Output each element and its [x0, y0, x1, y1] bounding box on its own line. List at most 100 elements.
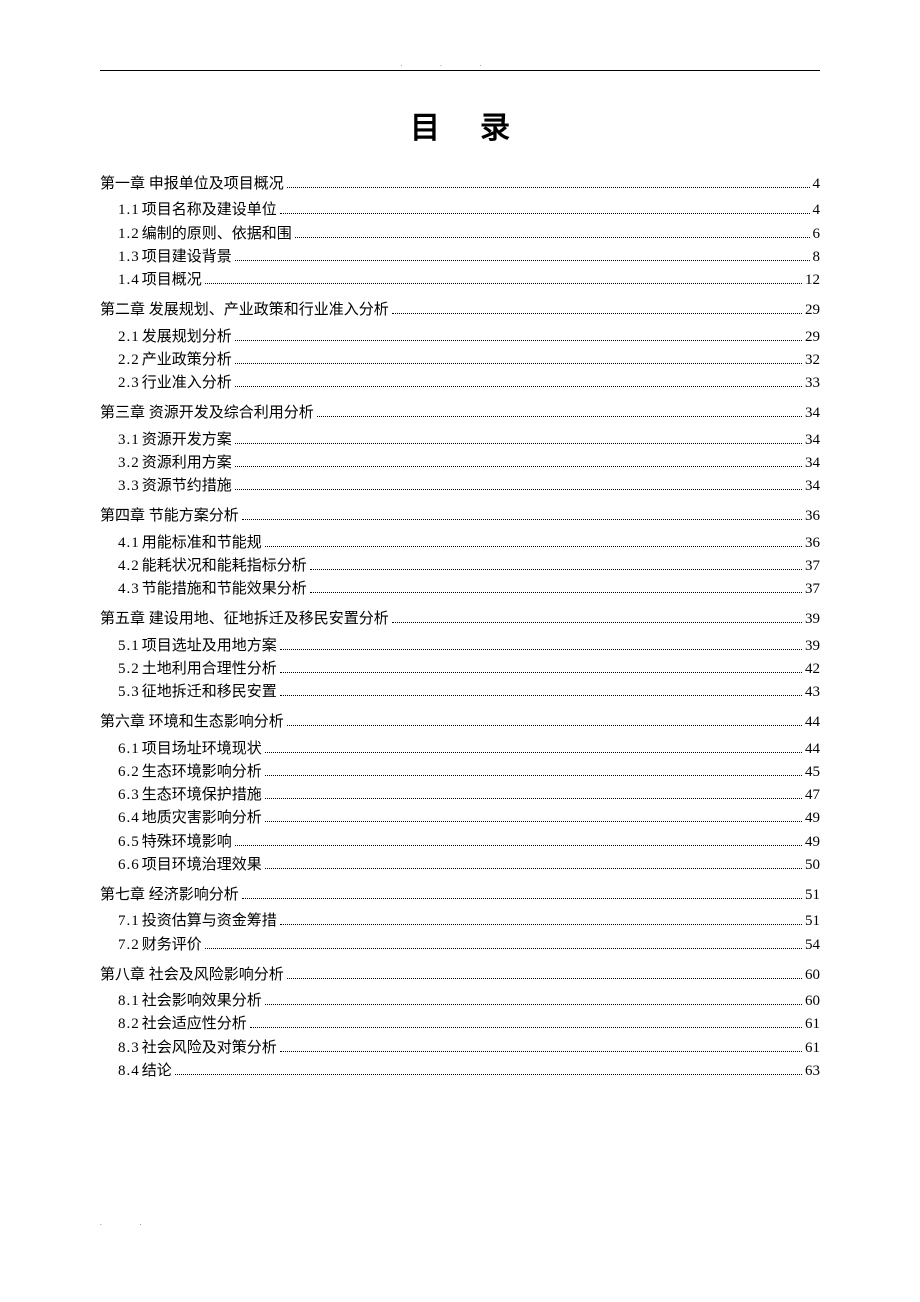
toc-section-number: 6.1	[118, 738, 140, 761]
toc-section-number: 8.1	[118, 990, 140, 1013]
toc-leader-dots	[265, 821, 802, 822]
toc-leader-dots	[392, 313, 802, 314]
toc-section-title: 行业准入分析	[142, 372, 232, 395]
toc-section-row: 1.2 编制的原则、依据和围 6	[100, 223, 820, 246]
toc-section-row: 6.6 项目环境治理效果50	[100, 854, 820, 877]
top-horizontal-rule: ...	[100, 70, 820, 71]
toc-section-page: 54	[805, 934, 820, 957]
toc-section-page: 37	[805, 578, 820, 601]
toc-section-page: 39	[805, 635, 820, 658]
toc-section-row: 3.3 资源节约措施 34	[100, 475, 820, 498]
toc-section-title: 项目选址及用地方案	[142, 635, 277, 658]
toc-section-row: 5.3 征地拆迁和移民安置43	[100, 681, 820, 704]
toc-section-row: 6.3 生态环境保护措施47	[100, 784, 820, 807]
toc-leader-dots	[235, 363, 802, 364]
toc-chapter-label: 第六章 环境和生态影响分析	[100, 711, 284, 734]
toc-section-title: 项目场址环境现状	[142, 738, 262, 761]
toc-section-row: 2.1 发展规划分析 29	[100, 326, 820, 349]
toc-section-row: 1.4 项目概况12	[100, 269, 820, 292]
toc-section-number: 8.2	[118, 1013, 140, 1036]
toc-chapter-page: 34	[805, 402, 820, 425]
toc-section-page: 34	[805, 452, 820, 475]
toc-section-row: 1.3 项目建设背景8	[100, 246, 820, 269]
toc-chapter-page: 60	[805, 964, 820, 987]
toc-section-row: 1.1 项目名称及建设单位4	[100, 199, 820, 222]
toc-section-number: 5.2	[118, 658, 140, 681]
toc-chapter-row: 第三章 资源开发及综合利用分析34	[100, 402, 820, 425]
toc-section-row: 6.4 地质灾害影响分析49	[100, 807, 820, 830]
toc-section-row: 4.1 用能标准和节能规36	[100, 532, 820, 555]
toc-section-number: 3.3	[118, 475, 140, 498]
toc-leader-dots	[265, 546, 802, 547]
toc-leader-dots	[265, 775, 802, 776]
toc-chapter-page: 39	[805, 608, 820, 631]
toc-section-page: 33	[805, 372, 820, 395]
toc-chapter-label: 第七章 经济影响分析	[100, 884, 239, 907]
toc-section-number: 1.1	[118, 199, 140, 222]
toc-chapter-page: 44	[805, 711, 820, 734]
toc-section-title: 发展规划分析	[142, 326, 232, 349]
toc-section-number: 5.3	[118, 681, 140, 704]
toc-section-title: 项目环境治理效果	[142, 854, 262, 877]
toc-leader-dots	[235, 386, 802, 387]
toc-section-page: 45	[805, 761, 820, 784]
toc-leader-dots	[310, 569, 802, 570]
toc-leader-dots	[235, 340, 802, 341]
toc-section-page: 6	[813, 223, 821, 246]
toc-section-page: 60	[805, 990, 820, 1013]
toc-section-number: 3.1	[118, 429, 140, 452]
toc-section-title: 能耗状况和能耗指标分析	[142, 555, 307, 578]
toc-chapter-row: 第二章 发展规划、产业政策和行业准入分析29	[100, 299, 820, 322]
toc-leader-dots	[317, 416, 802, 417]
toc-section-title: 编制的原则、依据和围	[142, 223, 292, 246]
toc-chapter-label: 第二章 发展规划、产业政策和行业准入分析	[100, 299, 389, 322]
toc-section-number: 6.3	[118, 784, 140, 807]
toc-section-row: 8.1 社会影响效果分析60	[100, 990, 820, 1013]
toc-section-page: 49	[805, 807, 820, 830]
toc-section-number: 2.1	[118, 326, 140, 349]
toc-section-row: 2.2 产业政策分析32	[100, 349, 820, 372]
toc-section-title: 地质灾害影响分析	[142, 807, 262, 830]
toc-leader-dots	[242, 519, 802, 520]
toc-section-number: 5.1	[118, 635, 140, 658]
toc-section-page: 34	[805, 429, 820, 452]
toc-section-number: 1.2	[118, 223, 140, 246]
toc-section-number: 6.5	[118, 831, 140, 854]
toc-leader-dots	[250, 1027, 802, 1028]
toc-section-page: 32	[805, 349, 820, 372]
toc-section-title: 结论	[142, 1060, 172, 1083]
toc-leader-dots	[242, 898, 802, 899]
toc-section-title: 项目名称及建设单位	[142, 199, 277, 222]
toc-section-row: 7.1 投资估算与资金筹措51	[100, 910, 820, 933]
toc-leader-dots	[280, 695, 802, 696]
toc-section-number: 3.2	[118, 452, 140, 475]
toc-section-title: 征地拆迁和移民安置	[142, 681, 277, 704]
toc-section-row: 7.2 财务评价54	[100, 934, 820, 957]
toc-section-page: 29	[805, 326, 820, 349]
toc-leader-dots	[295, 237, 810, 238]
toc-section-page: 34	[805, 475, 820, 498]
toc-leader-dots	[287, 725, 802, 726]
toc-chapter-row: 第六章 环境和生态影响分析 44	[100, 711, 820, 734]
toc-section-page: 44	[805, 738, 820, 761]
toc-section-title: 特殊环境影响	[142, 831, 232, 854]
toc-section-page: 12	[805, 269, 820, 292]
toc-title: 目录	[100, 103, 820, 147]
toc-chapter-row: 第五章 建设用地、征地拆迁及移民安置分析39	[100, 608, 820, 631]
toc-leader-dots	[280, 1051, 802, 1052]
toc-section-row: 5.2 土地利用合理性分析42	[100, 658, 820, 681]
toc-chapter-row: 第八章 社会及风险影响分析60	[100, 964, 820, 987]
toc-section-row: 2.3 行业准入分析33	[100, 372, 820, 395]
toc-chapter-row: 第一章 申报单位及项目概况4	[100, 173, 820, 196]
toc-chapter-label: 第四章 节能方案分析	[100, 505, 239, 528]
toc-section-row: 6.2 生态环境影响分析45	[100, 761, 820, 784]
table-of-contents: 第一章 申报单位及项目概况41.1 项目名称及建设单位41.2 编制的原则、依据…	[100, 173, 820, 1083]
toc-section-title: 社会风险及对策分析	[142, 1037, 277, 1060]
toc-leader-dots	[265, 798, 802, 799]
toc-section-title: 资源节约措施	[142, 475, 232, 498]
toc-section-title: 投资估算与资金筹措	[142, 910, 277, 933]
toc-leader-dots	[287, 187, 810, 188]
toc-section-page: 61	[805, 1013, 820, 1036]
toc-chapter-page: 4	[813, 173, 821, 196]
toc-section-number: 6.6	[118, 854, 140, 877]
